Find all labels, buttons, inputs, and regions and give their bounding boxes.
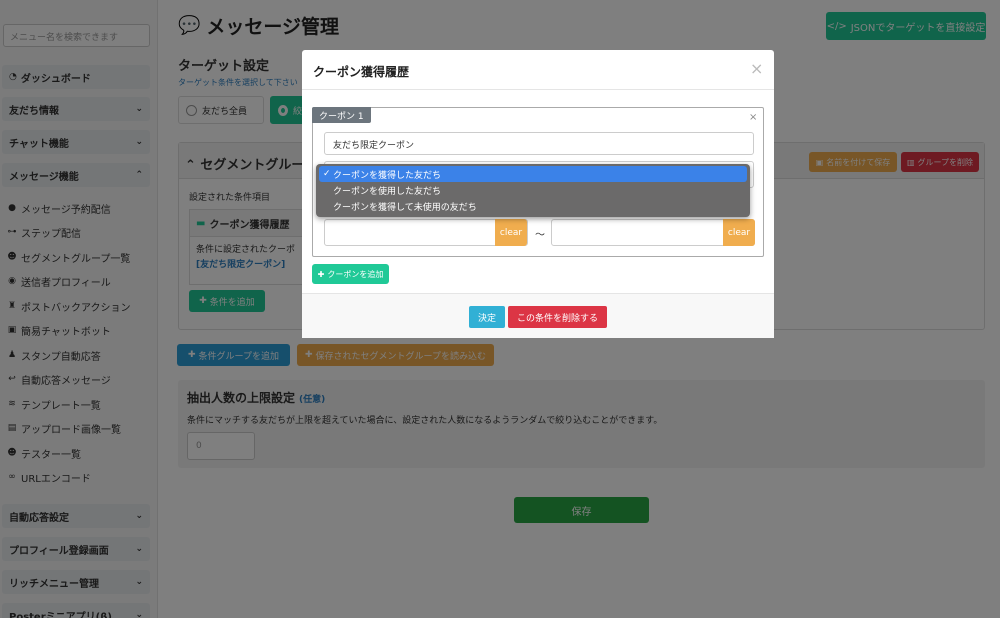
coupon-tag: クーポン 1 [312,107,371,123]
confirm-button[interactable]: 決定 [469,306,505,328]
modal-footer: 決定 この条件を削除する [302,293,774,338]
dropdown-option[interactable]: クーポンを獲得して未使用の友だち [319,198,747,214]
close-icon[interactable]: × [750,59,763,78]
dropdown-option-label: クーポンを使用した友だち [333,186,442,197]
dropdown-option-label: クーポンを獲得して未使用の友だち [333,202,477,213]
coupon-status-dropdown: ✓ クーポンを獲得した友だち クーポンを使用した友だち クーポンを獲得して未使用の… [316,164,750,217]
add-coupon-label: クーポンを追加 [327,269,384,279]
modal-title: クーポン獲得履歴 [313,65,410,79]
add-coupon-button[interactable]: ✚ クーポンを追加 [312,264,389,284]
dropdown-option[interactable]: ✓ クーポンを獲得した友だち [319,166,747,182]
delete-condition-button[interactable]: この条件を削除する [508,306,607,328]
clear-from-button[interactable]: clear [495,219,527,246]
dropdown-option[interactable]: クーポンを使用した友だち [319,182,747,198]
range-separator: 〜 [535,230,545,241]
coupon-name-field[interactable]: 友だち限定クーポン [324,132,754,155]
modal-header: クーポン獲得履歴 × [302,50,774,90]
dropdown-option-label: クーポンを獲得した友だち [333,170,442,181]
clear-to-button[interactable]: clear [723,219,755,246]
plus-icon: ✚ [317,269,325,279]
coupon-remove-icon[interactable]: × [749,112,757,123]
check-icon: ✓ [323,169,331,179]
